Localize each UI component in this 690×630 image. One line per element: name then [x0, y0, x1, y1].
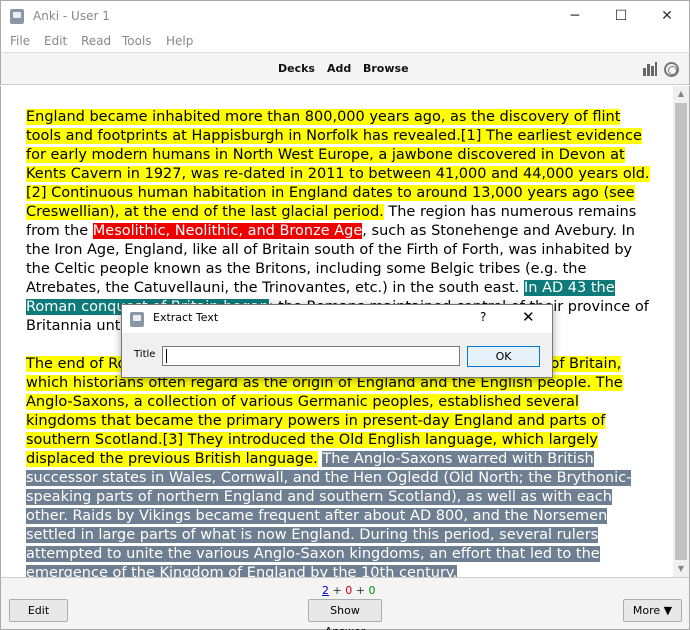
maximize-button[interactable]: ☐	[598, 1, 644, 32]
paragraph-1: England became inhabited more than 800,0…	[26, 108, 654, 336]
dialog-title-bar: Extract Text ? ✕	[122, 305, 552, 333]
sync-icon[interactable]	[664, 62, 679, 77]
anki-app-icon	[10, 9, 24, 24]
anki-app-icon	[130, 312, 144, 327]
menu-read[interactable]: Read	[81, 34, 111, 48]
decks-link[interactable]: Decks	[278, 62, 315, 75]
edit-button[interactable]: Edit	[9, 599, 68, 622]
paragraph-2: The end of Roman rule in Britain facilit…	[26, 355, 654, 577]
menu-tools[interactable]: Tools	[122, 34, 152, 48]
ok-button[interactable]: OK	[467, 346, 540, 367]
main-toolbar: Decks Add Browse	[0, 52, 690, 85]
vertical-scrollbar[interactable]: ▲ ▼	[673, 86, 690, 577]
text-caret	[166, 349, 167, 363]
add-link[interactable]: Add	[327, 62, 351, 75]
help-button[interactable]: ?	[480, 310, 486, 324]
show-answer-button[interactable]: Show Answer	[308, 599, 382, 630]
due-counts: 2 + 0 + 0	[322, 584, 375, 597]
highlight-red: Mesolithic, Neolithic, and Bronze Age	[92, 223, 363, 239]
extract-text-dialog: Extract Text ? ✕ Title OK	[121, 304, 553, 378]
scroll-down-arrow-icon[interactable]: ▼	[673, 561, 689, 577]
count-separator: +	[329, 584, 346, 597]
menu-edit[interactable]: Edit	[44, 34, 67, 48]
title-label: Title	[134, 349, 156, 360]
scroll-thumb[interactable]	[675, 103, 687, 560]
menu-bar: File Edit Read Tools Help	[0, 32, 690, 52]
bottom-bar: 2 + 0 + 0 Edit Show Answer More ▼	[0, 577, 690, 630]
more-button[interactable]: More ▼	[623, 599, 682, 622]
dialog-close-button[interactable]: ✕	[522, 308, 535, 326]
new-count: 2	[322, 584, 329, 597]
dialog-title: Extract Text	[153, 311, 219, 324]
highlight-gray-selection: The Anglo-Saxons warred with British suc…	[26, 451, 632, 577]
count-separator: +	[352, 584, 369, 597]
review-count: 0	[368, 584, 376, 597]
minimize-button[interactable]: ─	[552, 1, 598, 32]
browse-link[interactable]: Browse	[363, 62, 409, 75]
close-button[interactable]: ✕	[644, 1, 690, 32]
scroll-up-arrow-icon[interactable]: ▲	[673, 86, 689, 102]
title-bar: Anki - User 1 ─ ☐ ✕	[0, 0, 690, 32]
menu-help[interactable]: Help	[166, 34, 193, 48]
window-title: Anki - User 1	[33, 9, 110, 23]
title-input[interactable]	[162, 346, 460, 366]
stats-icon[interactable]	[643, 62, 657, 76]
menu-file[interactable]: File	[10, 34, 30, 48]
